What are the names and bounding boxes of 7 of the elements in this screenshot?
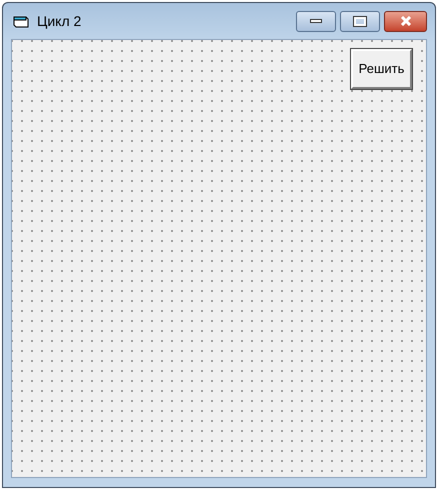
minimize-button[interactable] (296, 10, 336, 32)
close-icon (400, 16, 412, 26)
form-button[interactable]: Решить (351, 49, 412, 89)
window-title: Цикл 2 (37, 12, 82, 31)
form-icon (13, 14, 29, 28)
maximize-button[interactable] (340, 10, 380, 32)
close-button[interactable] (384, 10, 427, 32)
